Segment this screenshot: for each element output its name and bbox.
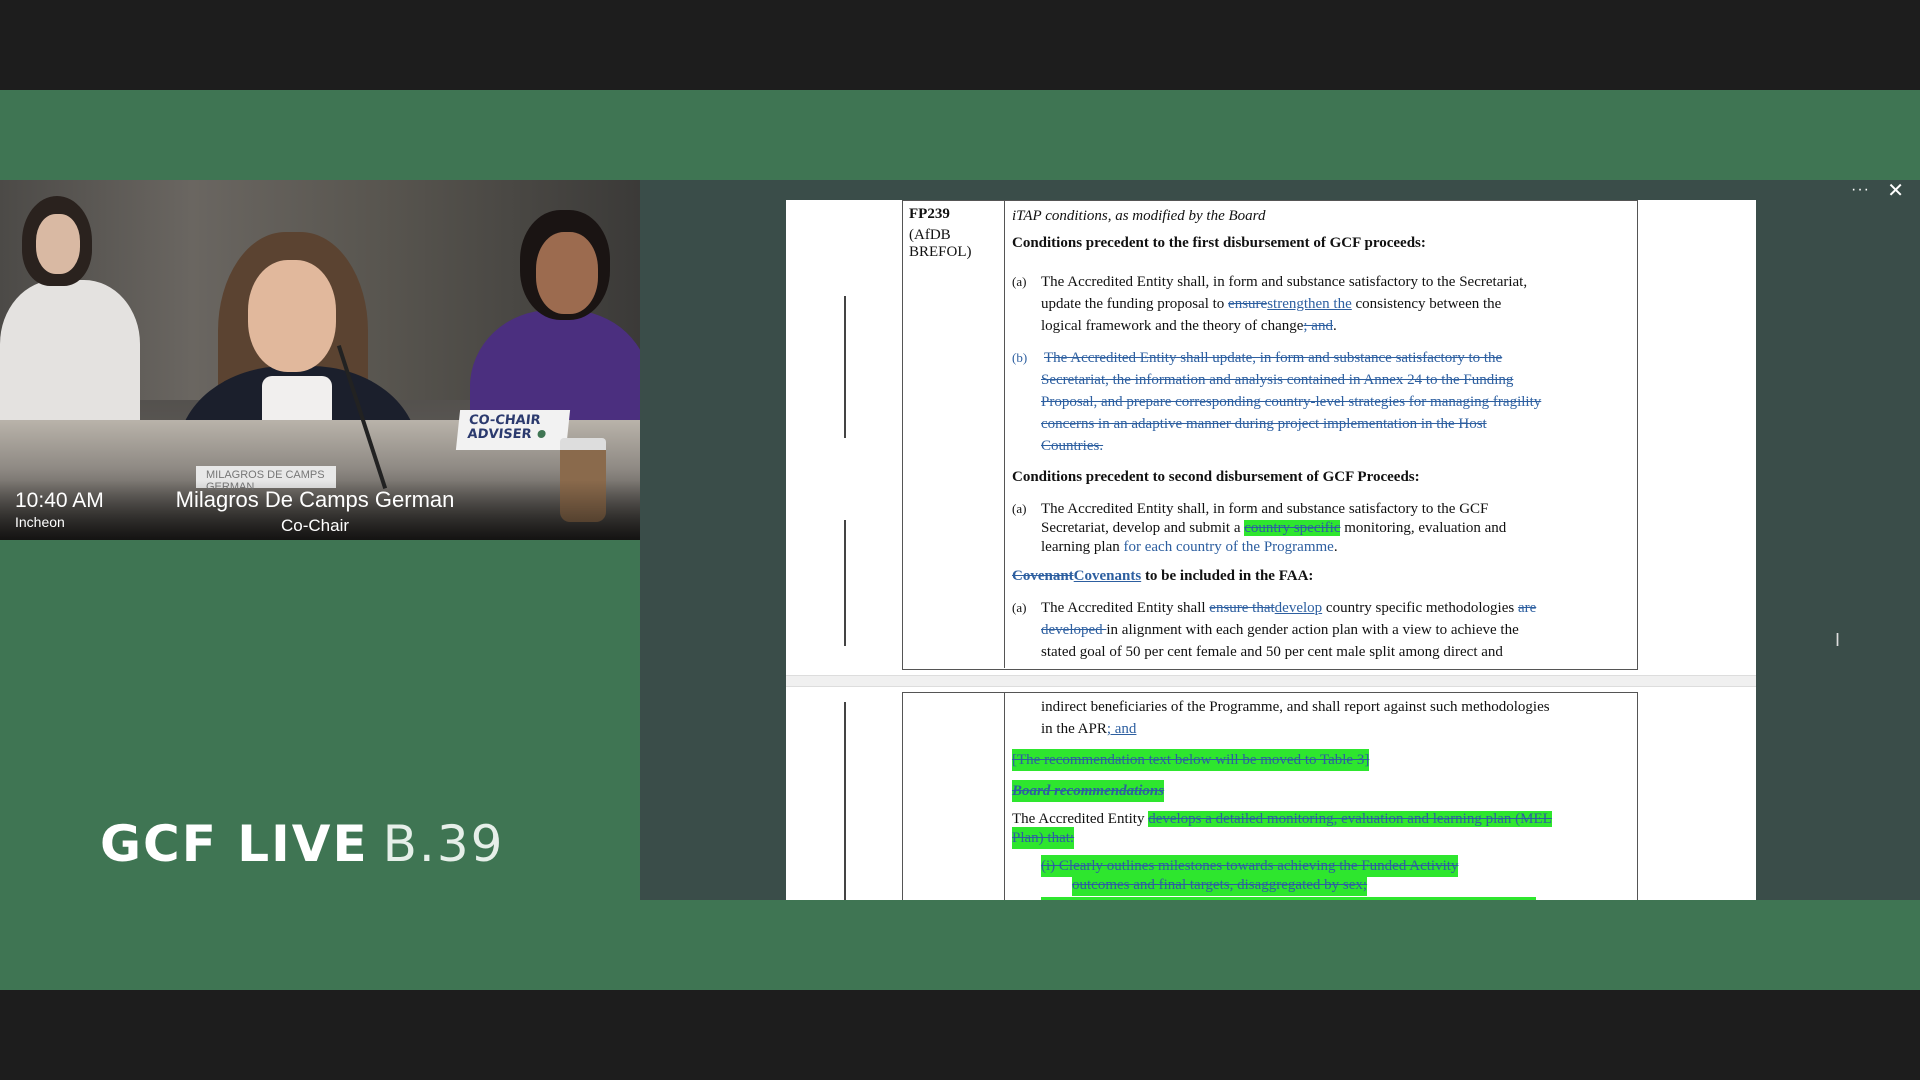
tracked-deletion: are bbox=[1517, 600, 1537, 616]
change-bar bbox=[844, 296, 846, 438]
project-sub-2: BREFOL) bbox=[909, 244, 972, 260]
text-run: to be included in the FAA: bbox=[1141, 568, 1314, 584]
first-disbursement-heading: Conditions precedent to the first disbur… bbox=[1012, 235, 1426, 251]
change-bar bbox=[844, 702, 846, 900]
itap-heading: iTAP conditions, as modified by the Boar… bbox=[1012, 208, 1266, 224]
b1-line-3: Proposal, and prepare corresponding coun… bbox=[1041, 394, 1542, 410]
p2-line-2: in the APR; and bbox=[1041, 718, 1136, 740]
speaker-face bbox=[248, 260, 336, 372]
a1-line-1: The Accredited Entity shall, in form and… bbox=[1041, 274, 1528, 290]
a1-line-3: logical framework and the theory of chan… bbox=[1041, 315, 1337, 337]
table-column-divider bbox=[1004, 200, 1005, 668]
logo-main: GCF LIVE bbox=[100, 815, 369, 873]
speaker-name: Milagros De Camps German bbox=[175, 487, 455, 512]
text-run: update the funding proposal to bbox=[1041, 296, 1229, 312]
tracked-deletion: developed bbox=[1041, 622, 1107, 638]
text-run: monitoring, evaluation and bbox=[1340, 520, 1507, 536]
text-run: country specific methodologies bbox=[1322, 600, 1518, 616]
b1-line-5: Countries. bbox=[1041, 438, 1104, 454]
b1-line-1: The Accredited Entity shall update, in f… bbox=[1044, 350, 1503, 366]
text-run: Secretariat, develop and submit a bbox=[1041, 520, 1245, 536]
participant-left-body bbox=[0, 280, 140, 440]
b1-line-4: concerns in an adaptive manner during pr… bbox=[1041, 416, 1487, 432]
relocation-note: [The recommendation text below will be m… bbox=[1012, 749, 1370, 771]
a3-line-3: stated goal of 50 per cent female and 50… bbox=[1041, 644, 1503, 660]
co-chair-nameplate: CO-CHAIR ADVISER bbox=[455, 410, 571, 450]
tracked-deletion: ensure that bbox=[1209, 600, 1275, 616]
tracked-insertion: ; and bbox=[1106, 721, 1137, 737]
item-marker: (b) bbox=[1012, 350, 1028, 365]
a1-line-2: update the funding proposal to ensurestr… bbox=[1041, 293, 1501, 315]
text-run: in alignment with each gender action pla… bbox=[1106, 622, 1519, 638]
share-toolbar: ··· ✕ bbox=[640, 180, 1920, 203]
page-break bbox=[786, 675, 1756, 687]
text-run: . bbox=[1333, 539, 1338, 555]
clock-time: 10:40 AM bbox=[15, 489, 104, 512]
participant-right-face bbox=[536, 232, 598, 314]
participant-left-face bbox=[36, 214, 80, 274]
highlighted-deletion: country specific bbox=[1244, 520, 1341, 536]
gcf-live-logo: GCF LIVE B.39 bbox=[100, 815, 504, 873]
letterbox-bottom bbox=[0, 990, 1920, 1080]
document-page: FP239 (AfDB BREFOL) iTAP conditions, as … bbox=[786, 200, 1756, 900]
text-run: learning plan bbox=[1041, 539, 1124, 555]
p2-line-1: indirect beneficiaries of the Programme,… bbox=[1041, 699, 1550, 715]
highlighted-deletion: develops a detailed monitoring, evaluati… bbox=[1148, 811, 1552, 827]
item-marker: (a) bbox=[1012, 600, 1027, 615]
second-disbursement-heading: Conditions precedent to second disbursem… bbox=[1012, 469, 1420, 485]
camera-feed: CO-CHAIR ADVISER MILAGROS DE CAMPS GERMA… bbox=[0, 180, 640, 540]
p2-ae-line-1: The Accredited Entity develops a detaile… bbox=[1012, 808, 1552, 830]
text-run: in the APR bbox=[1041, 721, 1107, 737]
letterbox-top bbox=[0, 0, 1920, 90]
table-column-divider bbox=[1004, 692, 1005, 900]
a3-line-1: The Accredited Entity shall ensure thatd… bbox=[1041, 597, 1536, 619]
a3-line-2: developed in alignment with each gender … bbox=[1041, 619, 1519, 641]
tracked-deletion: Covenant bbox=[1012, 568, 1074, 584]
speaker-role: Co-Chair bbox=[280, 516, 350, 535]
b1-line-2: Secretariat, the information and analysi… bbox=[1041, 372, 1514, 388]
tracked-insertion: develop bbox=[1274, 600, 1323, 616]
clock-city: Incheon bbox=[15, 514, 65, 530]
item-marker: (a) bbox=[1012, 274, 1027, 289]
p2-ae-line-2: Plan) that: bbox=[1012, 827, 1075, 849]
p2-item-i-line-2: outcomes and final targets, disaggregate… bbox=[1072, 874, 1368, 896]
text-run: logical framework and the theory of chan… bbox=[1041, 318, 1304, 334]
nameplate-text: CO-CHAIR ADVISER bbox=[466, 413, 542, 442]
close-icon[interactable]: ✕ bbox=[1887, 180, 1904, 203]
project-sub-1: (AfDB bbox=[909, 227, 951, 243]
item-marker: (a) bbox=[1012, 501, 1027, 516]
tracked-insertion: strengthen the bbox=[1267, 296, 1352, 312]
text-run: The Accredited Entity bbox=[1012, 811, 1149, 827]
text-run: . bbox=[1332, 318, 1337, 334]
change-bar bbox=[844, 520, 846, 646]
a2-line-3: learning plan for each country of the Pr… bbox=[1041, 536, 1338, 558]
tracked-insertion: Covenants bbox=[1073, 568, 1142, 584]
project-code: FP239 bbox=[909, 206, 950, 222]
logo-session: B.39 bbox=[382, 815, 505, 873]
more-options-icon[interactable]: ··· bbox=[1851, 181, 1870, 199]
gcf-dot-icon bbox=[537, 430, 547, 438]
board-recommendations-heading: Board recommendations bbox=[1012, 780, 1165, 802]
text-cursor-icon: I bbox=[1835, 630, 1841, 650]
tracked-insertion: for each country of the Programme bbox=[1123, 539, 1334, 555]
shared-screen: ··· ✕ FP239 (AfDB BREFOL) iTAP condition… bbox=[640, 180, 1920, 900]
text-run: consistency between the bbox=[1351, 296, 1502, 312]
text-run: The Accredited Entity shall bbox=[1041, 600, 1210, 616]
covenants-heading: CovenantCovenants to be included in the … bbox=[1012, 565, 1313, 587]
tracked-deletion: ensure bbox=[1228, 296, 1268, 312]
tracked-deletion: ; and bbox=[1303, 318, 1333, 334]
highlight-fragment bbox=[1041, 897, 1536, 900]
